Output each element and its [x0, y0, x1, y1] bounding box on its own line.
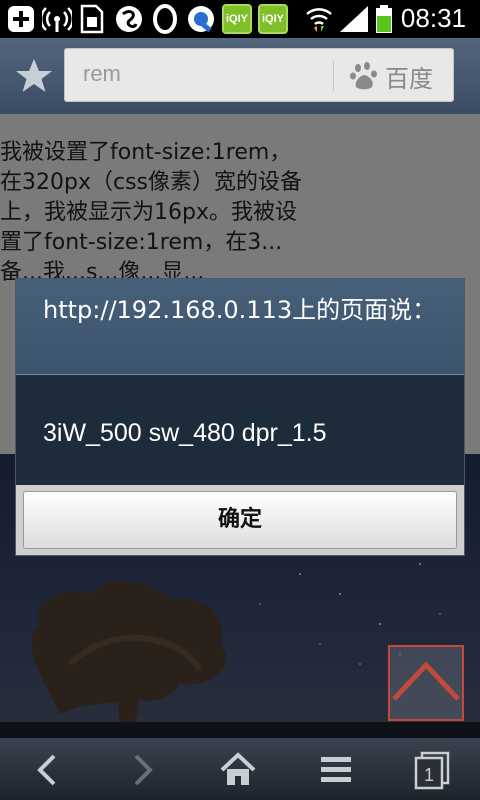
dialog-title: http://192.168.0.113上的页面说：	[43, 296, 437, 324]
clock: 08:31	[400, 3, 466, 33]
address-bar-divider	[333, 61, 334, 91]
wifi-icon	[306, 8, 332, 32]
plus-icon	[8, 6, 34, 32]
search-engine-label[interactable]: 百度	[385, 59, 433, 94]
qiyi-icon: iQIY	[222, 4, 252, 34]
url-input[interactable]: rem	[83, 61, 121, 87]
dialog-button-bar: 确定	[16, 485, 464, 555]
chevron-up-icon	[392, 661, 460, 701]
q-app-icon	[188, 6, 214, 33]
tabs-icon[interactable]: 1	[412, 750, 452, 790]
signal-icon	[340, 6, 368, 32]
sim-icon	[80, 4, 104, 34]
bottom-nav-bar: 1	[0, 738, 480, 800]
dialog-title-bar: http://192.168.0.113上的页面说：	[16, 279, 464, 375]
ok-button[interactable]: 确定	[23, 491, 457, 549]
status-bar: iQIY iQIY 08:31	[0, 0, 480, 38]
dialog-message: 3iW_500 sw_480 dpr_1.5	[43, 419, 327, 447]
browser-toolbar: rem 百度	[0, 38, 480, 114]
home-icon[interactable]	[218, 750, 258, 790]
bookmark-star-icon[interactable]	[14, 56, 54, 96]
forward-icon[interactable]	[122, 750, 162, 790]
qiyi-icon: iQIY	[258, 4, 288, 34]
address-bar[interactable]: rem 百度	[64, 48, 454, 102]
baidu-paw-icon[interactable]	[349, 61, 379, 91]
scroll-to-top-button[interactable]	[388, 645, 464, 721]
wifi-broadcast-icon	[42, 7, 72, 32]
circle-app-icon	[153, 4, 177, 34]
svg-text:1: 1	[424, 765, 434, 785]
menu-icon[interactable]	[316, 750, 356, 790]
battery-icon	[376, 5, 392, 33]
app-icon	[116, 6, 142, 32]
back-icon[interactable]	[28, 750, 68, 790]
alert-dialog: http://192.168.0.113上的页面说： 3iW_500 sw_48…	[15, 278, 465, 556]
